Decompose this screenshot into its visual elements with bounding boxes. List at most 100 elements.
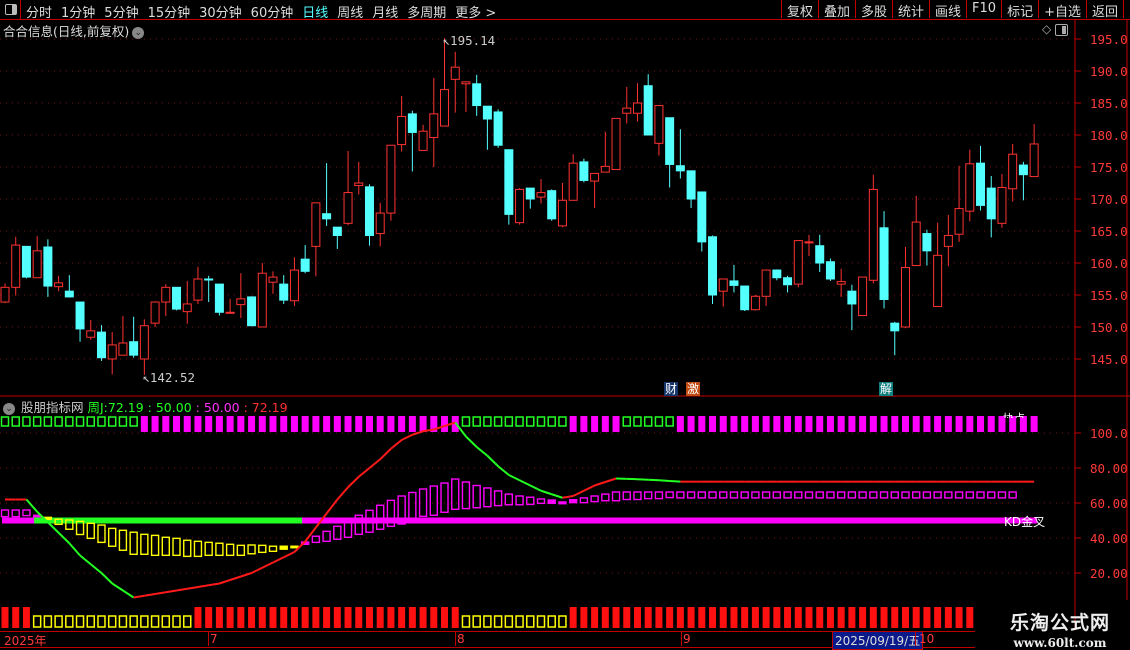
oscillator-bar <box>140 533 149 555</box>
candle-body <box>825 261 835 280</box>
oscillator-bar <box>836 491 846 499</box>
signal-bar <box>419 607 427 628</box>
signal-bar <box>290 607 298 628</box>
signal-bar <box>408 416 416 432</box>
j-line-segment <box>187 586 199 590</box>
candle-body <box>1029 143 1039 178</box>
signal-box <box>643 416 653 427</box>
signal-bar <box>205 607 213 628</box>
candle-body <box>611 117 621 171</box>
signal-box <box>11 416 20 427</box>
oscillator-bar <box>665 491 674 499</box>
signal-bar <box>891 416 899 432</box>
signal-bar <box>784 607 792 628</box>
candle-body <box>32 250 42 279</box>
j-line-segment <box>122 589 135 599</box>
date-label: 9 <box>681 632 691 646</box>
signal-bar <box>194 607 202 628</box>
signal-bar <box>612 607 620 628</box>
signal-bar <box>226 607 234 628</box>
oscillator-bar <box>751 491 760 499</box>
signal-bar <box>719 607 727 628</box>
signal-bar <box>826 607 834 628</box>
signal-bar <box>912 416 920 432</box>
chevron-down-icon[interactable]: ⌄ <box>3 402 15 415</box>
signal-bar <box>215 607 223 628</box>
signal-bar <box>762 607 770 628</box>
signal-box <box>0 416 10 427</box>
j-line-segment <box>325 498 339 515</box>
signal-bar <box>280 607 288 628</box>
signal-bar <box>966 416 974 432</box>
oscillator-bar <box>858 491 867 499</box>
signal-bar <box>837 416 845 432</box>
candle-body <box>289 269 299 302</box>
event-marker[interactable]: 财 <box>664 382 678 396</box>
signal-bar <box>290 416 298 432</box>
signal-bar <box>333 607 341 628</box>
oscillator-bar <box>150 534 160 557</box>
oscillator-bar <box>258 544 267 554</box>
event-marker[interactable]: 解 <box>879 382 893 396</box>
signal-box <box>182 615 192 628</box>
candle-body <box>632 102 642 114</box>
kline-chart[interactable]: 195.0 190.0 185.0 180.0 175.0 170.0 165.0 160.0… <box>0 0 1130 650</box>
signal-bar <box>784 416 792 432</box>
oscillator-bar <box>922 491 932 499</box>
candle-body <box>204 278 214 281</box>
candle-body <box>686 170 696 200</box>
signal-bar <box>719 416 727 432</box>
oscillator-bar <box>847 491 857 499</box>
signal-bar <box>269 416 277 432</box>
signal-box <box>75 416 85 427</box>
candle-body <box>836 281 846 285</box>
signal-bar <box>666 607 674 628</box>
signal-bar <box>312 607 320 628</box>
signal-box <box>107 615 117 628</box>
signal-bar <box>376 416 384 432</box>
candle-body <box>472 83 482 107</box>
candle-body <box>386 144 396 214</box>
candle-body <box>118 342 128 356</box>
signal-box <box>43 615 53 628</box>
signal-bar <box>1 607 9 628</box>
oscillator-bar <box>536 498 546 505</box>
oscillator-bar <box>815 491 824 499</box>
candle-body <box>150 301 160 324</box>
signal-bar <box>687 416 695 432</box>
j-line-segment <box>79 554 92 566</box>
candle-body <box>279 283 289 301</box>
event-marker[interactable]: 激 <box>686 382 700 396</box>
j-line-segment <box>562 495 574 499</box>
signal-box <box>536 416 546 427</box>
candle-body <box>0 286 10 303</box>
signal-bar <box>955 607 963 628</box>
signal-box <box>547 416 556 427</box>
candle-body <box>322 213 332 220</box>
indicator-axis-label: 80.00 <box>1090 461 1128 476</box>
oscillator-bar <box>686 491 696 499</box>
candle-body <box>815 245 825 264</box>
j-line-segment <box>669 479 681 483</box>
signal-bar <box>773 607 781 628</box>
candle-body <box>1008 153 1018 190</box>
candle-body <box>482 105 492 120</box>
candle-body <box>847 290 857 305</box>
candle-body <box>933 254 943 308</box>
signal-bar <box>977 416 985 432</box>
signal-bar <box>891 607 899 628</box>
candle-body <box>697 191 707 243</box>
candle-body <box>793 240 803 285</box>
signal-box <box>150 615 160 628</box>
signal-bar <box>601 416 609 432</box>
oscillator-bar <box>976 491 985 499</box>
signal-bar <box>398 607 406 628</box>
j-line-segment <box>637 478 649 481</box>
candle-body <box>407 113 417 133</box>
signal-box <box>32 615 42 628</box>
signal-box <box>54 615 63 628</box>
price-axis-label: 185.0 <box>1090 96 1128 111</box>
j-line-segment <box>208 582 220 587</box>
oscillator-bar <box>504 493 514 506</box>
signal-box <box>86 416 96 427</box>
